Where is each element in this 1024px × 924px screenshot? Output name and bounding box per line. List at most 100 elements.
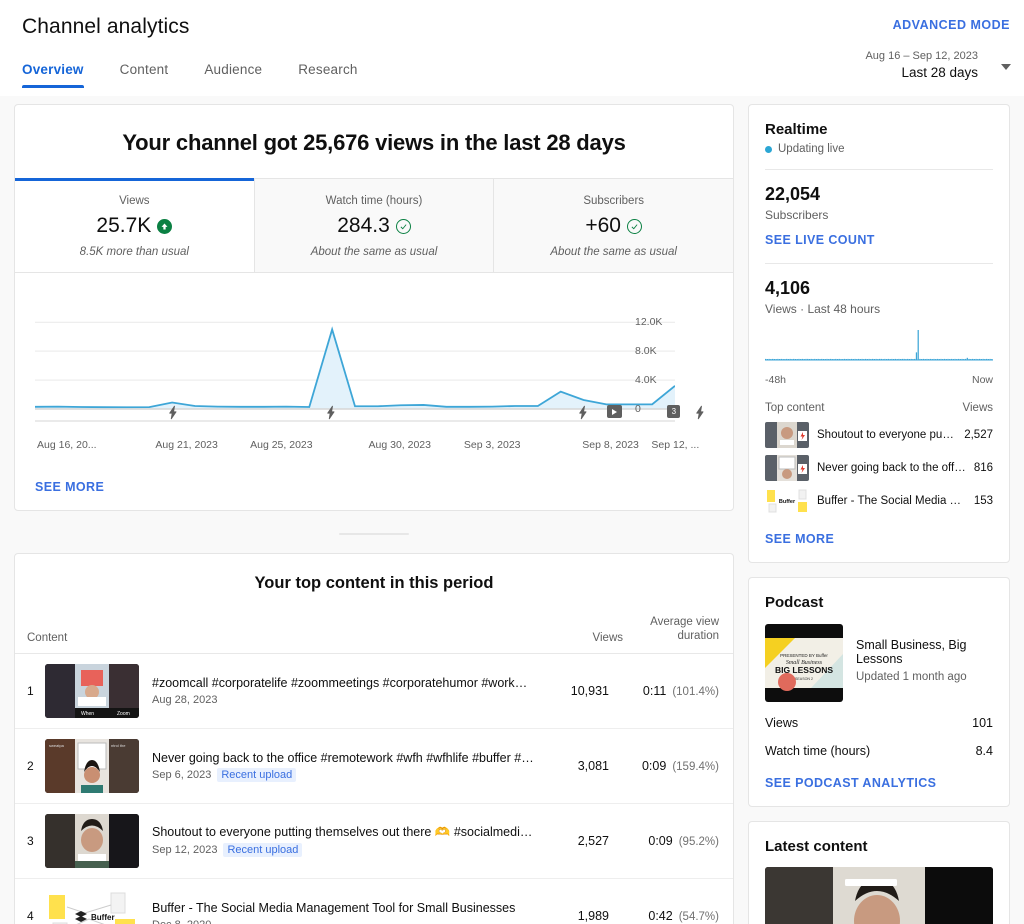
chart-x-axis: Aug 16, 20... Aug 21, 2023 Aug 25, 2023 Aug… <box>37 439 699 455</box>
list-item[interactable]: Never going back to the offi… 816 <box>765 455 993 481</box>
podcast-watchtime-value: 8.4 <box>975 744 993 758</box>
live-dot-icon <box>765 145 772 153</box>
see-live-count-link[interactable]: SEE LIVE COUNT <box>765 233 875 247</box>
podcast-card: Podcast PRESENTED BY Buffer Small Busine… <box>748 577 1010 807</box>
video-thumbnail[interactable]: sweatpa ntrol the <box>45 738 139 793</box>
realtime-sparkline-axis: -48h Now <box>765 374 993 386</box>
recent-upload-badge: Recent upload <box>223 843 303 858</box>
video-thumbnail[interactable]: When Zoom <box>45 663 139 718</box>
metric-views-value: 25.7K <box>96 214 152 237</box>
sparkline-axis-start: -48h <box>765 374 787 386</box>
list-item-title: Buffer - The Social Media M… <box>817 495 966 507</box>
podcast-name: Small Business, Big Lessons <box>856 638 967 666</box>
row-avg-duration: 0:09 (159.4%) <box>641 758 719 773</box>
table-row[interactable]: 4 BufferAll-in-one social mediamanagement… <box>15 879 733 924</box>
row-views: 2,527 <box>577 833 609 848</box>
realtime-views-count: 4,106 <box>765 278 811 298</box>
tab-bar: Overview Content Audience Research <box>20 62 376 88</box>
metric-views-label: Views <box>119 195 150 207</box>
top-content-table-header: Content Views Average view duration <box>15 615 733 654</box>
podcast-watchtime-label: Watch time (hours) <box>765 744 871 758</box>
list-item-thumbnail <box>765 422 809 448</box>
realtime-see-more-link[interactable]: SEE MORE <box>765 532 834 546</box>
row-avg-duration: 0:11 (101.4%) <box>642 683 719 698</box>
row-meta: #zoomcall #corporatelife #zoommeetings #… <box>152 676 547 706</box>
row-index: 2 <box>27 758 34 773</box>
row-views: 1,989 <box>577 908 609 923</box>
video-title: Never going back to the office #remotewo… <box>152 750 537 765</box>
realtime-subscribers-count: 22,054 <box>765 184 821 204</box>
overview-see-more[interactable]: SEE MORE <box>15 472 733 496</box>
podcast-views-value: 101 <box>972 716 993 730</box>
chart-y-axis: 0 4.0K 8.0K 12.0K <box>635 297 685 417</box>
metric-views-sub: 8.5K more than usual <box>79 246 189 258</box>
svg-text:Buffer: Buffer <box>779 499 796 505</box>
realtime-views-label: Views · Last 48 hours <box>765 302 881 316</box>
podcast-stat-watchtime: Watch time (hours) 8.4 <box>765 744 993 758</box>
realtime-top-content-label: Top content <box>765 402 825 414</box>
svg-text:PRESENTED BY Buffer: PRESENTED BY Buffer <box>780 653 828 658</box>
podcast-updated: Updated 1 month ago <box>856 671 967 683</box>
row-avg-pct: (159.4%) <box>672 760 719 773</box>
table-row[interactable]: 1 When Zoom #zoomcall #corporatelife #zoomm… <box>15 654 733 729</box>
list-item-thumbnail: Buffer <box>765 488 809 514</box>
tab-content[interactable]: Content <box>102 62 187 88</box>
metric-tabs: Views 25.7K 8.5K more than usual Watch t… <box>15 178 734 273</box>
video-title: Buffer - The Social Media Management Too… <box>152 900 516 915</box>
video-date: Sep 12, 2023 Recent upload <box>152 843 537 858</box>
chart-y-tick: 0 <box>635 403 641 415</box>
metric-subscribers-sub: About the same as usual <box>550 246 677 258</box>
metric-watchtime[interactable]: Watch time (hours) 284.3 About the same … <box>253 179 494 272</box>
chart-x-tick: Sep 8, 2023 <box>582 439 639 451</box>
chevron-down-icon <box>1001 64 1011 70</box>
main-column: Your channel got 25,676 views in the las… <box>0 96 748 924</box>
list-item-views: 816 <box>973 462 993 474</box>
marker-count-badge: 3 <box>667 405 681 418</box>
realtime-sparkline-svg <box>765 330 993 361</box>
advanced-mode-link[interactable]: ADVANCED MODE <box>893 18 1010 32</box>
list-item[interactable]: Buffer Buffer - The Social Media M… 153 <box>765 488 993 514</box>
metric-views[interactable]: Views 25.7K 8.5K more than usual <box>15 178 254 272</box>
metric-subscribers[interactable]: Subscribers +60 About the same as usual <box>493 179 734 272</box>
podcast-row[interactable]: PRESENTED BY Buffer Small Business BIG L… <box>765 624 993 702</box>
trend-same-icon <box>395 218 411 234</box>
row-meta: Never going back to the office #remotewo… <box>152 750 547 782</box>
page-title: Channel analytics <box>22 15 190 38</box>
table-row[interactable]: 2 sweatpa ntrol the Never going back to the… <box>15 729 733 804</box>
video-thumbnail[interactable] <box>45 813 139 868</box>
date-range-label: Last 28 days <box>901 65 978 80</box>
top-content-title: Your top content in this period <box>254 574 494 592</box>
divider <box>765 169 993 170</box>
tab-audience[interactable]: Audience <box>186 62 280 88</box>
realtime-card: Realtime Updating live 22,054 Subscriber… <box>748 104 1010 563</box>
date-range-selector[interactable]: Aug 16 – Sep 12, 2023 Last 28 days <box>796 48 1016 90</box>
chart-y-tick: 12.0K <box>635 316 663 329</box>
video-thumbnail[interactable]: BufferAll-in-one social mediamanagement … <box>45 888 139 924</box>
video-date: Dec 8, 2020 <box>152 919 537 924</box>
realtime-live-status: Updating live <box>765 143 993 155</box>
trend-same-icon <box>626 218 642 234</box>
column-header-avg-duration: Average view duration <box>650 616 719 643</box>
shorts-marker-icon <box>324 405 339 425</box>
chart-x-tick: Sep 12, ... <box>651 439 700 451</box>
svg-text:Buffer: Buffer <box>91 913 115 922</box>
shorts-marker-icon <box>576 405 591 425</box>
metric-subscribers-value: +60 <box>585 214 621 237</box>
video-marker-icon <box>606 405 622 418</box>
chart-x-tick: Aug 16, 20... <box>37 439 97 451</box>
row-avg-pct: (54.7%) <box>678 910 719 923</box>
row-views: 10,931 <box>570 683 609 698</box>
list-item-title: Shoutout to everyone putt… <box>817 429 957 441</box>
tab-research[interactable]: Research <box>280 62 375 88</box>
table-row[interactable]: 3 Shoutout to everyone putting themselves… <box>15 804 733 879</box>
tab-overview[interactable]: Overview <box>20 62 102 88</box>
views-line-chart[interactable]: 0 4.0K 8.0K 12.0K Aug 16, 20... Aug 21, 2023… <box>15 297 733 472</box>
svg-text:BIG LESSONS: BIG LESSONS <box>775 665 833 675</box>
page-header: Channel analytics ADVANCED MODE Overview… <box>0 0 1024 96</box>
row-avg-pct: (101.4%) <box>672 685 719 698</box>
see-podcast-analytics-link[interactable]: SEE PODCAST ANALYTICS <box>765 776 936 790</box>
list-item[interactable]: Shoutout to everyone putt… 2,527 <box>765 422 993 448</box>
video-date-text: Aug 28, 2023 <box>152 693 218 706</box>
metric-watchtime-value-row: 284.3 <box>263 214 486 238</box>
latest-content-thumbnail[interactable] <box>765 867 993 924</box>
